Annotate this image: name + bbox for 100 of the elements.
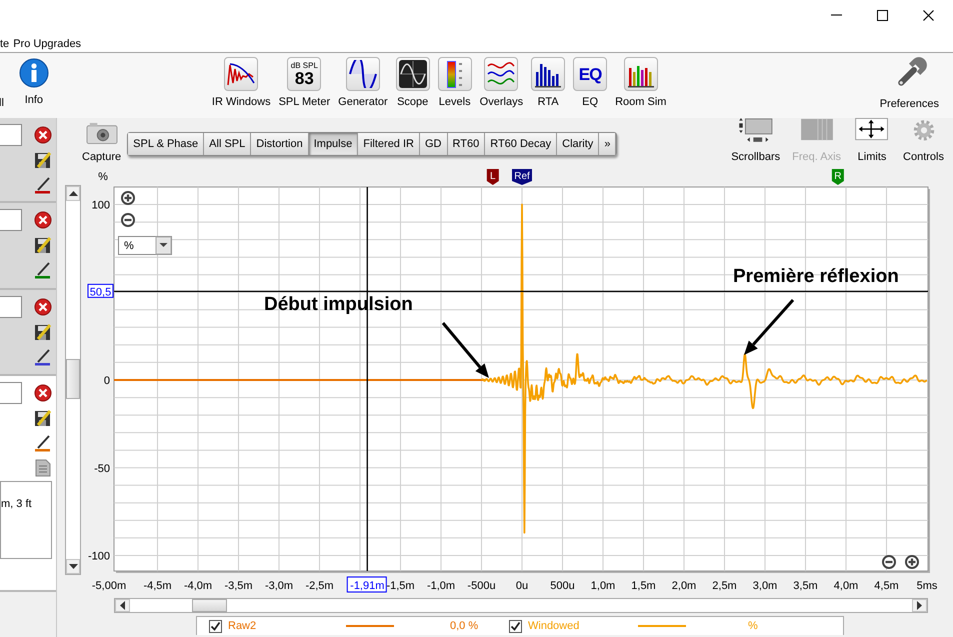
menu-item[interactable]: te [0,36,14,52]
annotation-label: Première réflexion [733,266,899,287]
scrollbar-thumb[interactable] [192,599,227,612]
save-icon [34,151,52,169]
close-icon [34,298,52,316]
tab[interactable]: GD [420,133,448,155]
x-tick-label: -3,0m [264,580,294,592]
legend-checkbox[interactable] [509,620,522,632]
pen-icon [34,261,52,279]
tab[interactable]: Distortion [251,133,309,155]
camera-icon [84,122,119,144]
measurement-panel[interactable] [0,203,56,290]
tab[interactable]: Filtered IR [358,133,420,155]
toolbar-button[interactable]: Generator [336,53,390,109]
toolbar-button[interactable]: Info [16,53,52,107]
annotation-arrow [744,299,794,355]
tab[interactable]: RT60 [448,133,486,155]
measurement-panel[interactable] [0,290,56,376]
toolbar-button[interactable]: Overlays [478,53,526,109]
x-tick-label: 1,5m [631,580,656,592]
cursor-value-label: -1,91m [346,576,387,592]
up-arrow-icon [68,191,78,196]
toolbar-button[interactable]: dB SPL 83 SPL Meter [276,53,332,109]
toolbar-button[interactable]: Room Sim [613,53,668,109]
tab[interactable]: Impulse [308,133,358,155]
x-tick-label: 4,5m [874,580,899,592]
check-icon [210,620,221,632]
tab[interactable]: Clarity [557,133,600,155]
x-tick-label: 5ms [916,580,938,592]
x-tick-label: -2,5m [305,580,334,592]
x-tick-label: 500u [550,580,575,592]
view-tool-button[interactable]: Controls [900,118,947,165]
legend-line-swatch [346,625,394,627]
name-field[interactable] [0,124,22,146]
measurement-panel[interactable]: m, 3 ft [0,376,56,592]
measurement-panel[interactable] [0,118,56,203]
capture-button[interactable]: Capture [79,118,124,165]
save-icon [34,236,52,254]
meter-icon: dB SPL 83 [290,62,318,86]
zoom-in-button[interactable] [121,191,135,205]
legend-name: Windowed [528,618,580,634]
legend-name: Raw2 [228,618,258,634]
info-icon [18,57,50,89]
zoom-out-button[interactable] [882,555,896,569]
unit-dropdown[interactable]: % [118,236,172,255]
close-icon [922,10,934,20]
down-arrow-icon [68,564,78,569]
zoom-in-button[interactable] [905,555,919,569]
pen-icon [34,348,52,366]
check-icon [510,620,521,632]
tab[interactable]: RT60 Decay [485,133,558,155]
horizontal-scrollbar[interactable] [114,598,928,613]
menu-item[interactable]: Pro Upgrades [13,36,86,52]
x-tick-label: 2,0m [672,580,696,592]
marker-flag[interactable]: Ref [512,169,532,185]
x-tick-label: -4,5m [143,580,172,592]
x-tick-label: -1,5m [386,580,415,592]
x-tick-label: -5,00m [92,580,126,592]
save-icon [34,409,52,427]
y-tick-label: 100 [92,200,110,212]
y-tick-label: 0 [104,375,110,387]
name-field[interactable] [0,296,22,318]
scrollbar-thumb[interactable] [66,359,80,399]
x-tick-label: 0u [516,580,528,592]
tab[interactable]: All SPL [204,133,252,155]
x-tick-label: 3,5m [793,580,818,592]
minimize-icon [830,14,842,16]
x-tick-label: 2,5m [712,580,737,592]
right-arrow-icon [917,601,922,610]
maximize-icon [876,10,888,20]
pen-icon [34,176,52,194]
x-tick-label: 4,0m [834,580,858,592]
marker-flag[interactable]: R [832,169,844,185]
view-tool-button[interactable]: Scrollbars [728,118,784,165]
left-arrow-icon [120,601,125,610]
tab[interactable]: » [599,133,616,155]
toolbar-button[interactable]: IR Windows [210,53,273,109]
close-icon [34,384,52,402]
document-icon [35,459,51,477]
sine-wave-icon [348,60,378,88]
tab[interactable]: SPL & Phase [128,133,204,155]
marker-flag[interactable]: L [486,169,499,185]
cursor-value-label: 50,5 [88,284,114,298]
x-tick-label: -1,0m [426,580,456,592]
toolbar-button[interactable]: ll [0,53,6,110]
x-tick-label: 1,0m [590,580,616,592]
vertical-scrollbar[interactable] [65,185,81,575]
zoom-out-button[interactable] [121,213,135,227]
name-field[interactable] [0,382,22,404]
x-tick-label: 3,0m [752,580,778,592]
y-tick-label: -50 [94,462,110,475]
preferences-button[interactable]: Preferences [878,53,941,111]
axis-unit-label: % [98,171,108,183]
legend-line-swatch [638,625,686,627]
name-field[interactable] [0,209,22,231]
oscilloscope-icon [398,59,428,89]
legend-value: % [748,618,759,634]
annotation-arrow [442,322,489,378]
view-tool-button[interactable]: Limits [850,118,894,165]
legend-checkbox[interactable] [209,620,222,632]
